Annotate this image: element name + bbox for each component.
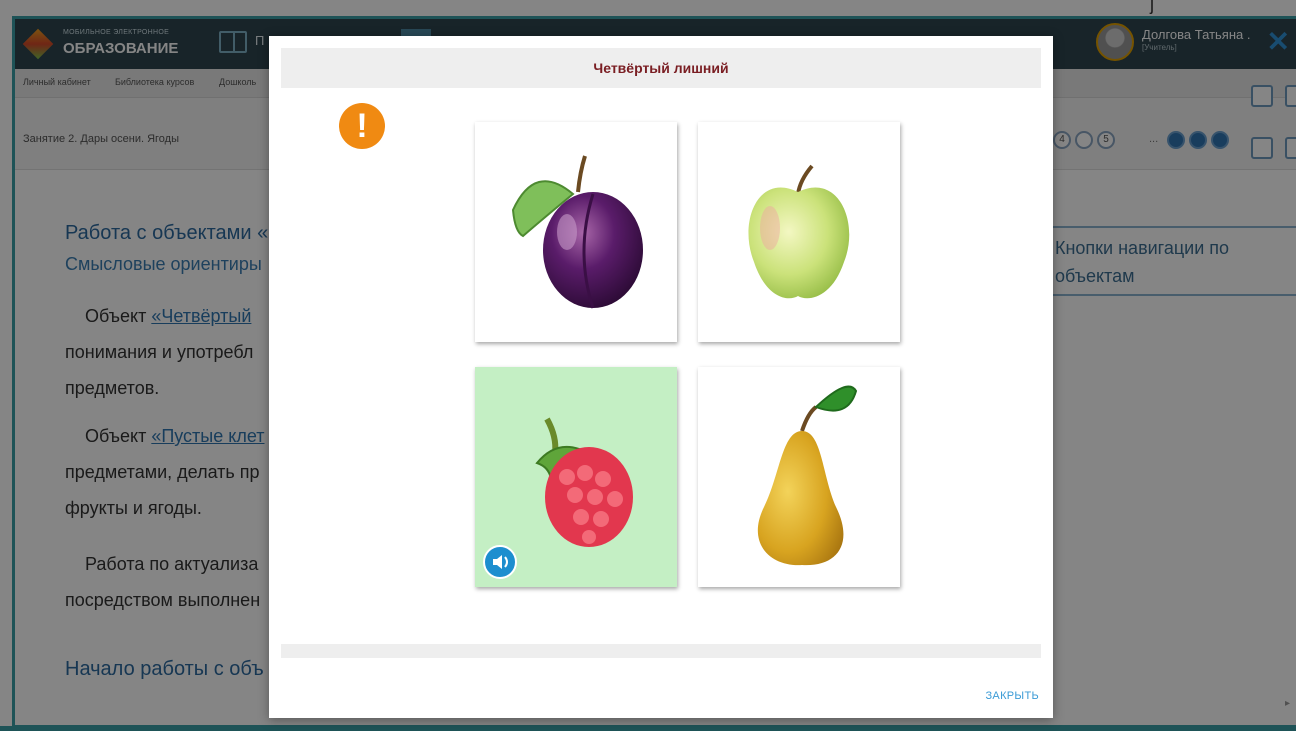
modal-header: Четвёртый лишний bbox=[281, 48, 1041, 88]
close-button[interactable]: ЗАКРЫТЬ bbox=[985, 690, 1039, 702]
plum-icon bbox=[511, 155, 643, 309]
modal-title: Четвёртый лишний bbox=[593, 60, 729, 76]
apple-icon bbox=[748, 164, 850, 299]
speaker-icon bbox=[493, 555, 508, 569]
modal-footer-strip bbox=[281, 644, 1041, 658]
card-pear[interactable] bbox=[698, 367, 900, 587]
card-apple[interactable] bbox=[698, 122, 900, 342]
card-plum[interactable] bbox=[475, 122, 677, 342]
warning-icon[interactable]: ! bbox=[339, 103, 385, 149]
card-raspberry[interactable] bbox=[475, 367, 677, 587]
pear-icon bbox=[757, 385, 858, 566]
modal-dialog: Четвёртый лишний ! ЗАКРЫТЬ bbox=[269, 36, 1053, 718]
sound-icon[interactable] bbox=[483, 545, 517, 579]
